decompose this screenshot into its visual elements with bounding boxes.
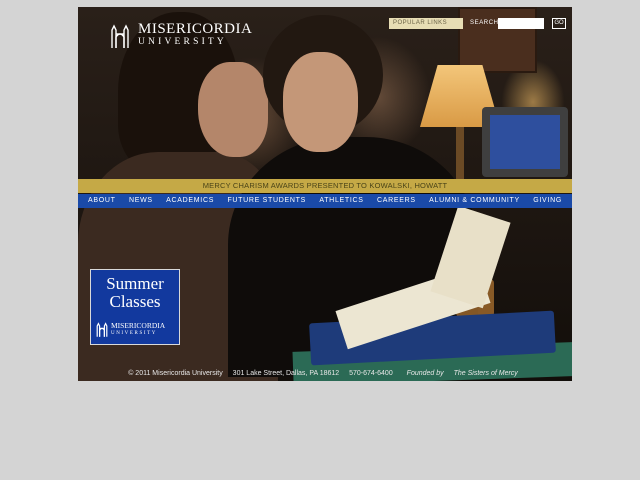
news-headline-link[interactable]: MERCY CHARISM AWARDS PRESENTED TO KOWALS… (78, 179, 572, 193)
popular-links-dropdown[interactable]: POPULAR LINKS (389, 18, 463, 29)
site-container: MISERICORDIA UNIVERSITY POPULAR LINKS SE… (78, 7, 572, 381)
nav-item-about[interactable]: ABOUT (88, 194, 116, 208)
promo-title-line2: Classes (109, 292, 161, 311)
nav-item-giving[interactable]: GIVING (533, 194, 562, 208)
main-navigation: ABOUT NEWS ACADEMICS FUTURE STUDENTS ATH… (78, 194, 572, 208)
footer-phone: 570-674-6400 (349, 370, 393, 377)
search-label: SEARCH (470, 20, 499, 26)
logo-name: MISERICORDIA (138, 21, 253, 38)
footer-founded-by: The Sisters of Mercy (453, 370, 518, 377)
footer-address: 301 Lake Street, Dallas, PA 18612 (232, 370, 340, 377)
university-logo[interactable]: MISERICORDIA UNIVERSITY (110, 21, 252, 49)
hero-photo-person-right-face (283, 52, 358, 152)
promo-title-line1: Summer (106, 274, 164, 293)
nav-item-future-students[interactable]: FUTURE STUDENTS (227, 194, 306, 208)
search-input[interactable] (498, 18, 544, 29)
promo-logo-name: MISERICORDIA (111, 321, 166, 330)
footer-founded-prefix: Founded by (406, 370, 444, 377)
university-building-icon (111, 24, 129, 48)
lamp-base (456, 127, 464, 179)
search-go-button[interactable]: GO (552, 18, 566, 29)
promo-title: Summer Classes (91, 275, 179, 311)
monitor-screen (490, 115, 560, 169)
nav-item-careers[interactable]: CAREERS (377, 194, 416, 208)
footer-copyright: © 2011 Misericordia University (128, 370, 223, 377)
logo-subname: UNIVERSITY (138, 37, 227, 48)
promo-logo-wordmark: MISERICORDIA UNIVERSITY (111, 322, 165, 336)
logo-wordmark: MISERICORDIA UNIVERSITY (138, 22, 252, 48)
nav-item-athletics[interactable]: ATHLETICS (319, 194, 363, 208)
nav-item-academics[interactable]: ACADEMICS (166, 194, 214, 208)
wall-picture-frame (458, 7, 537, 73)
footer-founded: Founded by The Sisters of Mercy (403, 370, 522, 377)
nav-item-news[interactable]: NEWS (129, 194, 153, 208)
promo-logo-subname: UNIVERSITY (111, 330, 157, 336)
university-building-icon (96, 322, 108, 337)
summer-classes-promo[interactable]: Summer Classes MISERICORDIA UNIVERSITY (90, 269, 180, 345)
site-footer: © 2011 Misericordia University 301 Lake … (78, 367, 572, 381)
hero-photo-person-left-face (198, 62, 268, 157)
nav-item-alumni-community[interactable]: ALUMNI & COMMUNITY (429, 194, 520, 208)
